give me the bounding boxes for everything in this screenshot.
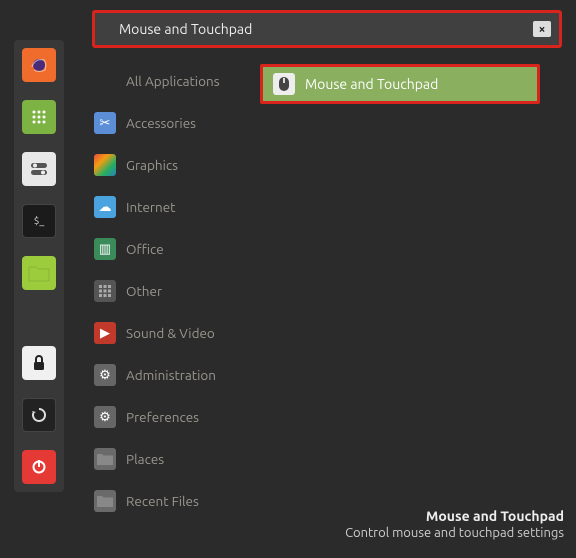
result-label: Mouse and Touchpad bbox=[305, 76, 438, 92]
search-input-text[interactable]: Mouse and Touchpad bbox=[119, 21, 533, 37]
folder-icon bbox=[94, 490, 116, 512]
toggles-icon[interactable] bbox=[22, 152, 56, 186]
palette-icon bbox=[94, 154, 116, 176]
description-footer: Mouse and Touchpad Control mouse and tou… bbox=[345, 508, 564, 540]
cloud-icon: ☁ bbox=[94, 196, 116, 218]
category-all-applications[interactable]: All Applications bbox=[92, 66, 252, 96]
grid-icon bbox=[94, 280, 116, 302]
folder-icon bbox=[94, 448, 116, 470]
gear-icon: ⚙ bbox=[94, 406, 116, 428]
category-list: All Applications ✂ Accessories Graphics … bbox=[92, 60, 252, 516]
apps-grid-icon[interactable] bbox=[22, 100, 56, 134]
category-internet[interactable]: ☁ Internet bbox=[92, 192, 252, 222]
all-apps-icon bbox=[94, 70, 116, 92]
search-field[interactable]: Mouse and Touchpad × bbox=[92, 10, 562, 48]
firefox-icon[interactable] bbox=[22, 48, 56, 82]
start-menu: Mouse and Touchpad × All Applications ✂ … bbox=[92, 10, 562, 516]
document-icon: ▥ bbox=[94, 238, 116, 260]
category-places[interactable]: Places bbox=[92, 444, 252, 474]
taskbar: $_ bbox=[14, 40, 64, 492]
lock-icon[interactable] bbox=[22, 346, 56, 380]
power-icon[interactable] bbox=[22, 450, 56, 484]
clear-search-icon[interactable]: × bbox=[533, 21, 551, 37]
terminal-icon[interactable]: $_ bbox=[22, 204, 56, 238]
gear-icon: ⚙ bbox=[94, 364, 116, 386]
category-office[interactable]: ▥ Office bbox=[92, 234, 252, 264]
category-other[interactable]: Other bbox=[92, 276, 252, 306]
mouse-icon bbox=[273, 73, 295, 95]
result-mouse-and-touchpad[interactable]: Mouse and Touchpad bbox=[260, 64, 540, 104]
play-icon: ▶ bbox=[94, 322, 116, 344]
refresh-icon[interactable] bbox=[22, 398, 56, 432]
files-icon[interactable] bbox=[22, 256, 56, 290]
footer-description: Control mouse and touchpad settings bbox=[345, 526, 564, 540]
category-administration[interactable]: ⚙ Administration bbox=[92, 360, 252, 390]
search-results: Mouse and Touchpad bbox=[252, 60, 562, 516]
category-recent-files[interactable]: Recent Files bbox=[92, 486, 252, 516]
footer-title: Mouse and Touchpad bbox=[345, 508, 564, 524]
scissors-icon: ✂ bbox=[94, 112, 116, 134]
category-graphics[interactable]: Graphics bbox=[92, 150, 252, 180]
category-sound-video[interactable]: ▶ Sound & Video bbox=[92, 318, 252, 348]
category-accessories[interactable]: ✂ Accessories bbox=[92, 108, 252, 138]
category-preferences[interactable]: ⚙ Preferences bbox=[92, 402, 252, 432]
